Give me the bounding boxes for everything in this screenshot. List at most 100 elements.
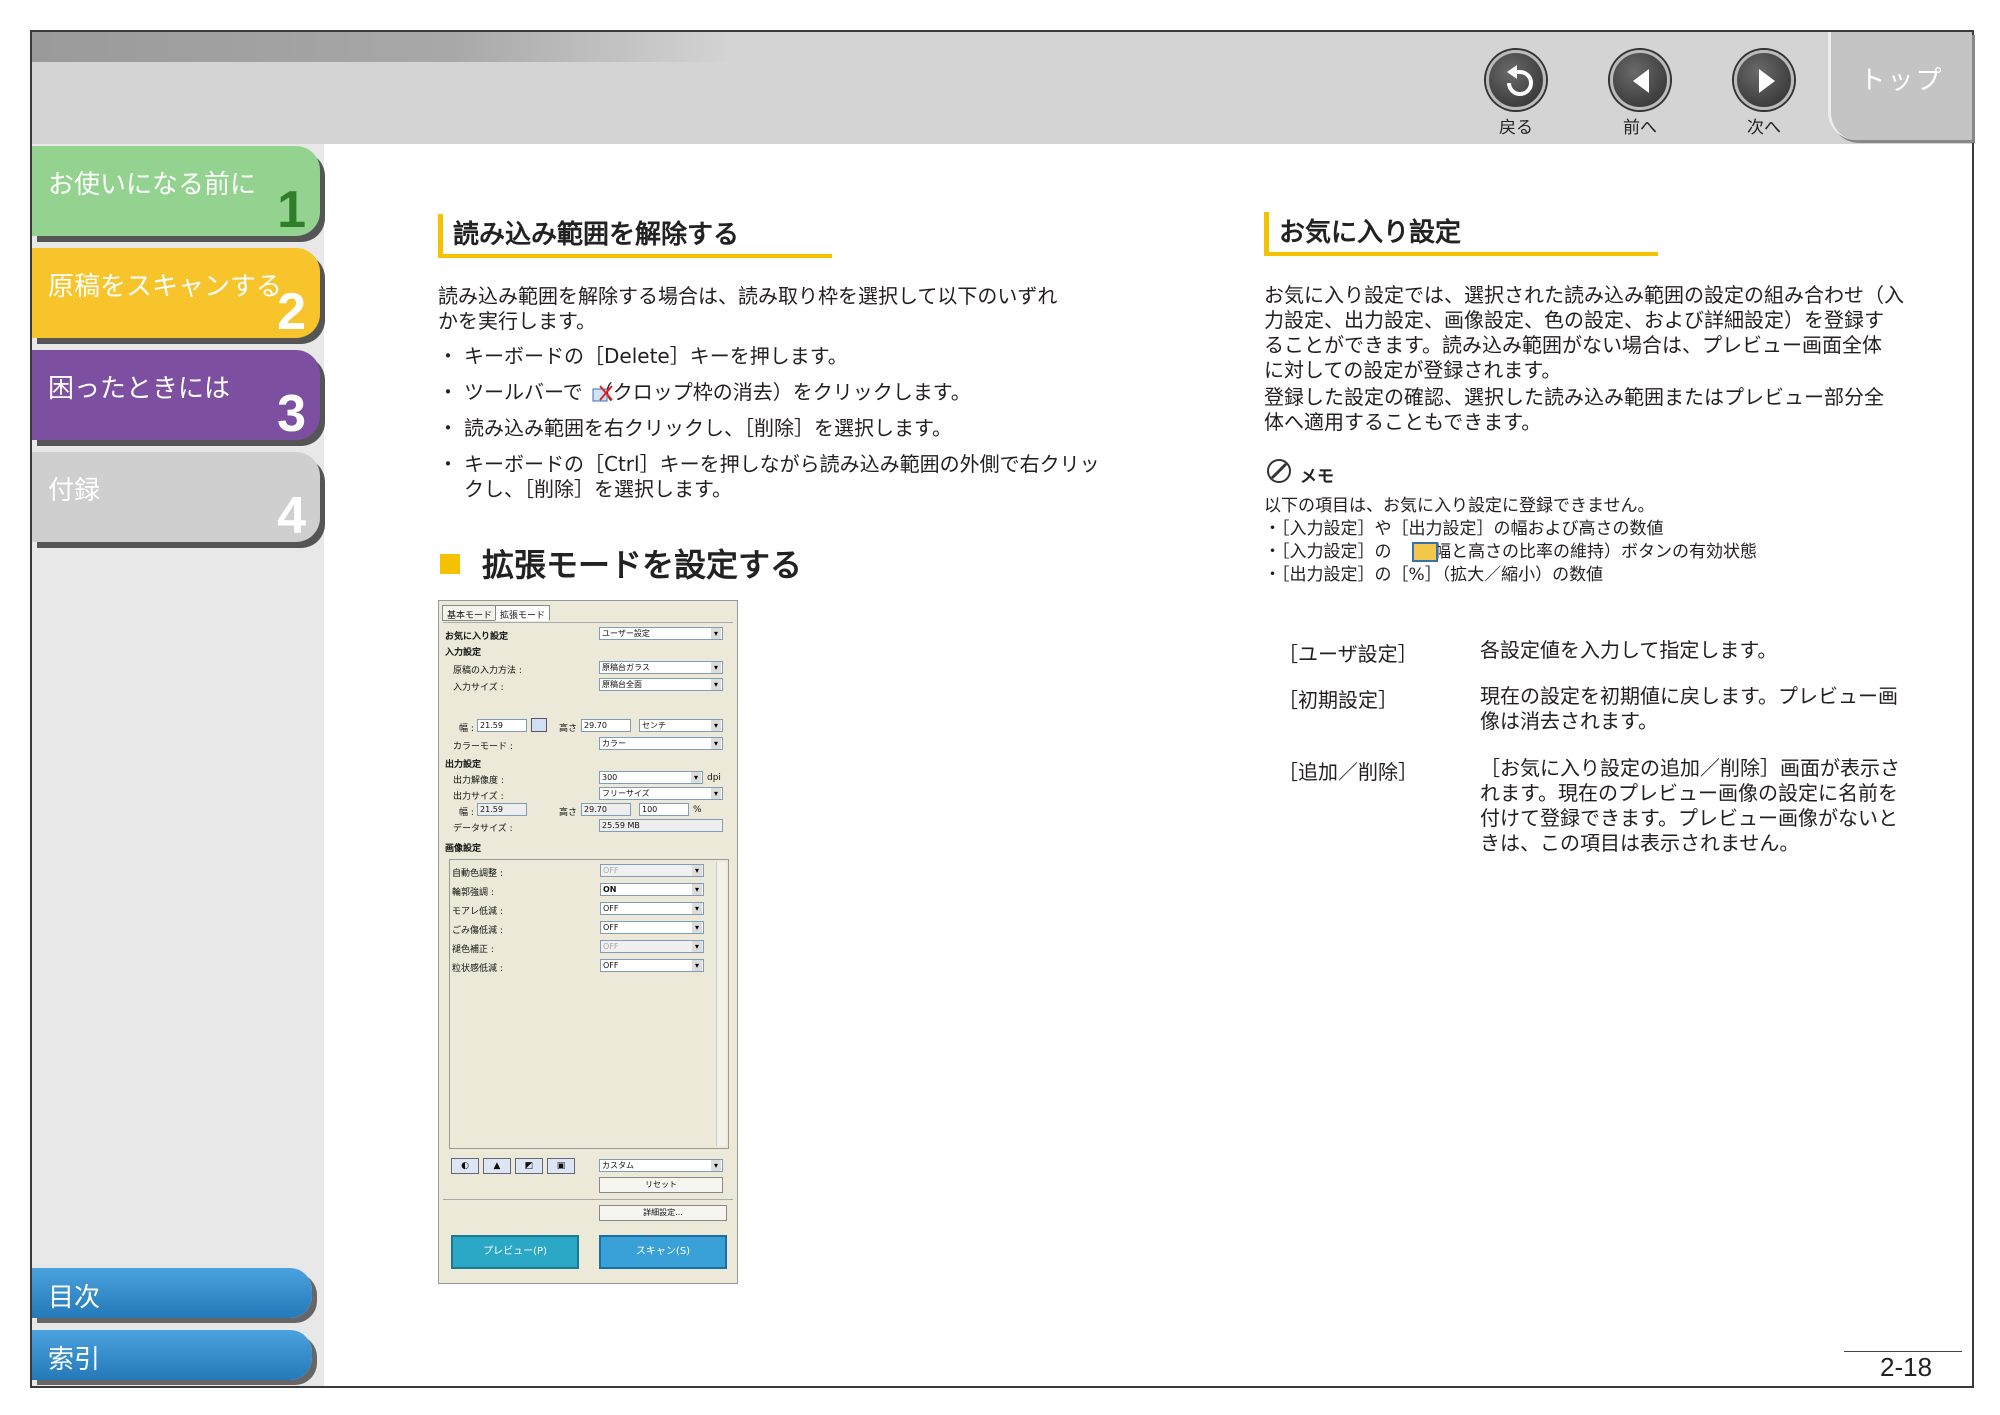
- favorites-paragraph-line: に対しての設定が登録されます。: [1264, 358, 1562, 382]
- color-mode-select: カラー: [599, 737, 723, 750]
- favorites-label: お気に入り設定: [445, 632, 509, 642]
- image-row-label: 自動色調整 :: [452, 869, 503, 879]
- image-row-select: OFF: [600, 902, 704, 915]
- input-size-label: 入力サイズ :: [453, 683, 504, 693]
- definition-desc: 各設定値を入力して指定します。: [1480, 638, 1930, 663]
- intro-line-1: 読み込み範囲を解除する場合は、読み取り枠を選択して以下のいずれ: [438, 284, 1058, 308]
- bullet-dot: ・: [438, 344, 458, 368]
- definition-desc-line: 像は消去されます。: [1480, 709, 1658, 733]
- definition-term: ［ユーザ設定］: [1278, 642, 1418, 666]
- image-row-label: ごみ傷低減 :: [452, 926, 503, 936]
- scale-field: 100: [639, 803, 689, 816]
- data-size-label: データサイズ :: [453, 824, 513, 834]
- sidebar-chapter-4[interactable]: 付録 4: [32, 452, 320, 545]
- histogram-icon: ▲: [483, 1158, 511, 1174]
- chapter-label: 付録: [48, 476, 101, 506]
- output-settings-heading: 出力設定: [445, 760, 482, 770]
- image-row-select: OFF: [600, 959, 704, 972]
- resolution-select: 300: [599, 771, 703, 784]
- height-field: 29.70: [581, 719, 631, 732]
- favorites-paragraph-line: ることができます。読み込み範囲がない場合は、プレビュー画面全体: [1264, 333, 1882, 357]
- image-row-select: OFF: [600, 864, 704, 877]
- back-button[interactable]: [1486, 50, 1546, 110]
- triangle-right-icon: [1759, 69, 1775, 93]
- chapter-label: 原稿をスキャンする: [48, 272, 283, 302]
- sidebar-chapter-2[interactable]: 原稿をスキャンする 2: [32, 248, 320, 341]
- output-size-select: フリーサイズ: [599, 787, 723, 800]
- sidebar-chapter-1[interactable]: お使いになる前に 1: [32, 146, 320, 239]
- chapter-number: 3: [277, 385, 306, 443]
- list-item-text: 読み込み範囲を右クリックし、［削除］を選択します。: [464, 416, 952, 440]
- input-size-select: 原稿台全面: [599, 678, 723, 691]
- section-heading-favorites: お気に入り設定: [1264, 212, 1461, 256]
- list-item-text: キーボードの［Ctrl］キーを押しながら読み込み範囲の外側で右クリックし、［削除…: [464, 452, 1100, 501]
- list-item-text: キーボードの［Delete］キーを押します。: [464, 344, 848, 368]
- final-review-icon: ▣: [547, 1158, 575, 1174]
- section-heading-clear-range: 読み込み範囲を解除する: [438, 214, 739, 258]
- index-label: 索引: [48, 1345, 101, 1375]
- input-settings-heading: 入力設定: [445, 648, 482, 658]
- prev-button[interactable]: [1610, 50, 1670, 110]
- definition-desc-line: 各設定値を入力して指定します。: [1480, 638, 1778, 662]
- list-item-text: ツールバーで （クロップ枠の消去）をクリックします。: [464, 380, 971, 404]
- image-row-select: OFF: [600, 940, 704, 953]
- sidebar-chapter-3[interactable]: 困ったときには 3: [32, 350, 320, 443]
- scale-unit: %: [693, 805, 702, 815]
- memo-title: メモ: [1300, 467, 1334, 487]
- memo-line: ・［出力設定］の［%］（拡大／縮小）の数値: [1264, 565, 1604, 585]
- image-row-select: ON: [600, 883, 704, 896]
- image-row-label: 粒状感低減 :: [452, 964, 503, 974]
- chapter-number: 1: [277, 181, 306, 239]
- crop-clear-icon: [592, 385, 613, 402]
- chapter-number: 4: [277, 487, 306, 545]
- bullet-dot: ・: [438, 416, 458, 440]
- image-row-select: OFF: [600, 921, 704, 934]
- image-row-label: 輪郭強調 :: [452, 888, 494, 898]
- definition-desc-line: きは、この項目は表示されません。: [1480, 831, 1800, 855]
- unit-select: センチ: [639, 719, 723, 732]
- divider: [443, 622, 733, 623]
- definition-desc: 現在の設定を初期値に戻します。プレビュー画 像は消去されます。: [1480, 684, 1930, 734]
- divider: [443, 1199, 733, 1200]
- aspect-lock-icon: [531, 718, 547, 732]
- next-label: 次へ: [1747, 118, 1781, 138]
- tone-curve-icon: ◩: [515, 1158, 543, 1174]
- memo-line: 以下の項目は、お気に入り設定に登録できません。: [1264, 496, 1655, 516]
- definition-desc-line: れます。現在のプレビュー画像の設定に名前を: [1480, 781, 1898, 805]
- aspect-lock-icon: [1412, 542, 1438, 562]
- header-stripe: [32, 32, 732, 62]
- index-link[interactable]: 索引: [32, 1330, 312, 1380]
- image-row-label: 褪色補正 :: [452, 945, 494, 955]
- toc-link[interactable]: 目次: [32, 1268, 312, 1318]
- color-mode-label: カラーモード :: [453, 742, 513, 752]
- back-arrow-icon: [1507, 65, 1533, 96]
- bullet-dot: ・: [438, 380, 458, 404]
- out-width-label: 幅 :: [459, 808, 474, 818]
- tab-advanced-mode: 拡張モード: [495, 605, 551, 621]
- heading-underline: [438, 254, 832, 258]
- next-button[interactable]: [1734, 50, 1794, 110]
- brightness-icon: ◐: [451, 1158, 479, 1174]
- back-label: 戻る: [1499, 118, 1533, 138]
- top-tab[interactable]: トップ: [1828, 32, 1972, 140]
- section-title-text: 拡張モードを設定する: [482, 546, 803, 584]
- section-title: 拡張モードを設定する: [440, 540, 802, 586]
- input-method-label: 原稿の入力方法 :: [453, 666, 522, 676]
- out-width-field: 21.59: [477, 803, 527, 816]
- top-tab-label: トップ: [1859, 66, 1944, 96]
- output-size-label: 出力サイズ :: [453, 792, 504, 802]
- toc-label: 目次: [48, 1283, 101, 1313]
- definition-desc-line: 付けて登録できます。プレビュー画像がないと: [1480, 806, 1898, 830]
- width-field: 21.59: [477, 719, 527, 732]
- triangle-left-icon: [1633, 69, 1649, 93]
- definition-desc: ［お気に入り設定の追加／削除］画面が表示さ れます。現在のプレビュー画像の設定に…: [1480, 756, 1930, 856]
- scan-button: スキャン(S): [599, 1235, 727, 1269]
- definition-desc-line: 現在の設定を初期値に戻します。プレビュー画: [1480, 684, 1898, 708]
- heading-underline: [1264, 252, 1658, 256]
- image-row-label: モアレ低減 :: [452, 907, 503, 917]
- scrollbar: [716, 862, 726, 1146]
- section-square-icon: [440, 554, 460, 574]
- memo-line: ・［入力設定］の （幅と高さの比率の維持）ボタンの有効状態: [1264, 542, 1757, 562]
- tab-basic-mode: 基本モード: [442, 605, 498, 621]
- out-height-label: 高さ :: [559, 808, 583, 818]
